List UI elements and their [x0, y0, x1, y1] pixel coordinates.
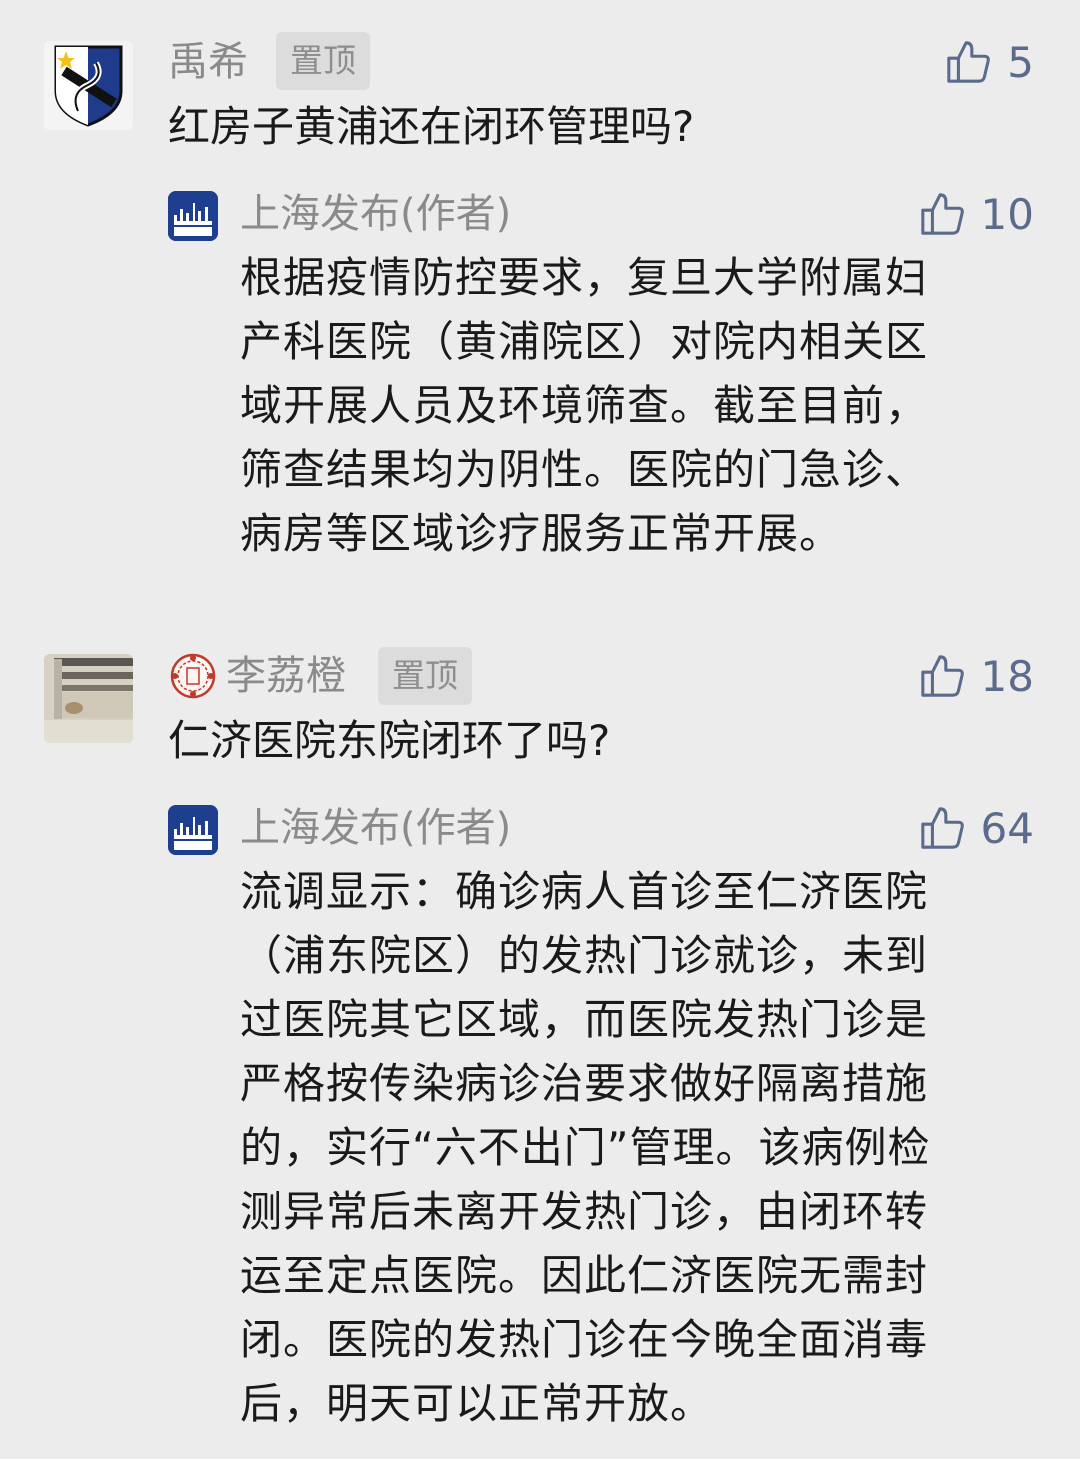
shanghai-fabu-logo-icon — [168, 805, 218, 855]
like-count: 18 — [980, 651, 1034, 701]
reply-line: 病房等区域诊疗服务正常开展。 — [240, 509, 843, 558]
pinned-badge: 置顶 — [276, 32, 370, 90]
like-count: 10 — [980, 189, 1034, 239]
reply-line: 测异常后未离开发热门诊，由闭环转 — [240, 1187, 929, 1236]
reply-line: 后，明天可以正常开放。 — [240, 1379, 714, 1428]
user-avatar[interactable] — [44, 654, 133, 743]
reply-text: 根据疫情防控要求，复旦大学附属妇 产科医院（黄浦院区）对院内相关区 域开展人员及… — [240, 246, 1040, 566]
shanghai-fabu-logo-icon — [168, 191, 218, 241]
reply-like-button[interactable]: 64 — [919, 800, 1034, 856]
comment-text: 仁济医院东院闭环了吗? — [168, 716, 611, 765]
like-button[interactable]: 5 — [945, 34, 1034, 90]
reply-line: 筛查结果均为阴性。医院的门急诊、 — [240, 445, 929, 494]
reply-line: 域开展人员及环境筛查。截至目前， — [240, 381, 929, 430]
reply-text: 流调显示：确诊病人首诊至仁济医院 （浦东院区）的发热门诊就诊，未到 过医院其它区… — [240, 860, 1040, 1436]
reply-line: 过医院其它区域，而医院发热门诊是 — [240, 995, 929, 1044]
reply-line: （浦东院区）的发热门诊就诊，未到 — [240, 931, 929, 980]
reply-line: 严格按传染病诊治要求做好隔离措施 — [240, 1059, 929, 1108]
reply-line: 产科医院（黄浦院区）对院内相关区 — [240, 317, 929, 366]
thumbs-up-icon — [919, 653, 965, 699]
seal-icon — [168, 651, 218, 701]
username-text: 李荔橙 — [226, 653, 346, 699]
thumbs-up-icon — [919, 191, 965, 237]
reply-line: 运至定点医院。因此仁济医院无需封 — [240, 1251, 929, 1300]
reply-line: 根据疫情防控要求，复旦大学附属妇 — [240, 253, 929, 302]
username[interactable]: 李荔橙 — [168, 648, 346, 704]
reply-line: 闭。医院的发热门诊在今晚全面消毒 — [240, 1315, 929, 1364]
reply-author[interactable]: 上海发布(作者) — [240, 800, 511, 856]
like-button[interactable]: 18 — [919, 648, 1034, 704]
like-count: 5 — [1007, 37, 1034, 87]
like-count: 64 — [980, 803, 1034, 853]
user-avatar[interactable] — [44, 41, 133, 130]
reply-author[interactable]: 上海发布(作者) — [240, 186, 511, 242]
reply-line: 的，实行“六不出门”管理。该病例检 — [240, 1123, 931, 1172]
pinned-badge: 置顶 — [378, 647, 472, 705]
reply-line: 流调显示：确诊病人首诊至仁济医院 — [240, 867, 929, 916]
reply-like-button[interactable]: 10 — [919, 186, 1034, 242]
comment-text: 红房子黄浦还在闭环管理吗? — [168, 102, 695, 151]
thumbs-up-icon — [919, 805, 965, 851]
thumbs-up-icon — [945, 39, 991, 85]
username[interactable]: 禹希 — [168, 34, 248, 90]
